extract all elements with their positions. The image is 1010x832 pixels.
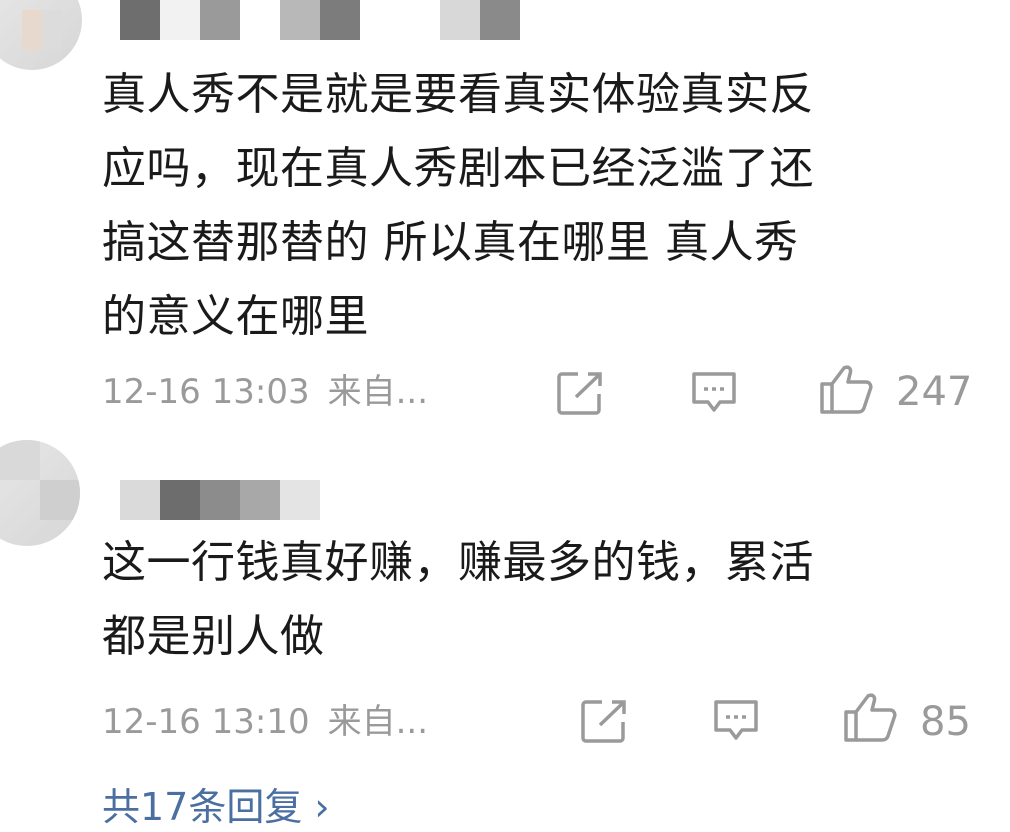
comment-text: 真人秀不是就是要看真实体验真实反 应吗，现在真人秀剧本已经泛滥了还 搞这替那替的… (102, 58, 962, 354)
comment-time: 12-16 13:10 (102, 702, 310, 742)
comment-time: 12-16 13:03 (102, 372, 310, 412)
username-redacted[interactable] (120, 480, 320, 520)
comment-text-line: 应吗，现在真人秀剧本已经泛滥了还 (102, 143, 814, 194)
avatar[interactable] (0, 440, 80, 546)
comment-source: 来自... (327, 372, 429, 412)
comment-item: 这一行钱真好赚，赚最多的钱，累活 都是别人做 12-16 13:10 来自... … (0, 440, 1010, 780)
comment-text-line: 真人秀不是就是要看真实体验真实反 (102, 69, 814, 120)
comment-text-line: 这一行钱真好赚，赚最多的钱，累活 (102, 537, 814, 588)
comment-text-line: 的意义在哪里 (102, 291, 369, 342)
comment-source: 来自... (327, 702, 429, 742)
username-redacted[interactable] (120, 0, 540, 40)
comment-icon[interactable] (712, 698, 760, 744)
share-icon[interactable] (580, 698, 630, 744)
share-icon[interactable] (556, 370, 606, 416)
like-count: 85 (920, 699, 971, 745)
comment-icon[interactable] (690, 370, 738, 416)
thumbs-up-icon[interactable] (818, 364, 874, 416)
like-count: 247 (896, 369, 973, 415)
comment-meta: 12-16 13:03 来自... (102, 362, 428, 422)
comment-text-line: 搞这替那替的 所以真在哪里 真人秀 (102, 217, 799, 268)
thumbs-up-icon[interactable] (842, 692, 898, 744)
comment-text: 这一行钱真好赚，赚最多的钱，累活 都是别人做 (102, 526, 962, 674)
comment-text-line: 都是别人做 (102, 611, 325, 662)
comment-item: 真人秀不是就是要看真实体验真实反 应吗，现在真人秀剧本已经泛滥了还 搞这替那替的… (0, 0, 1010, 440)
avatar[interactable] (0, 0, 82, 70)
view-replies-link[interactable]: 共17条回复 › (102, 782, 330, 832)
comment-meta: 12-16 13:10 来自... (102, 692, 428, 752)
